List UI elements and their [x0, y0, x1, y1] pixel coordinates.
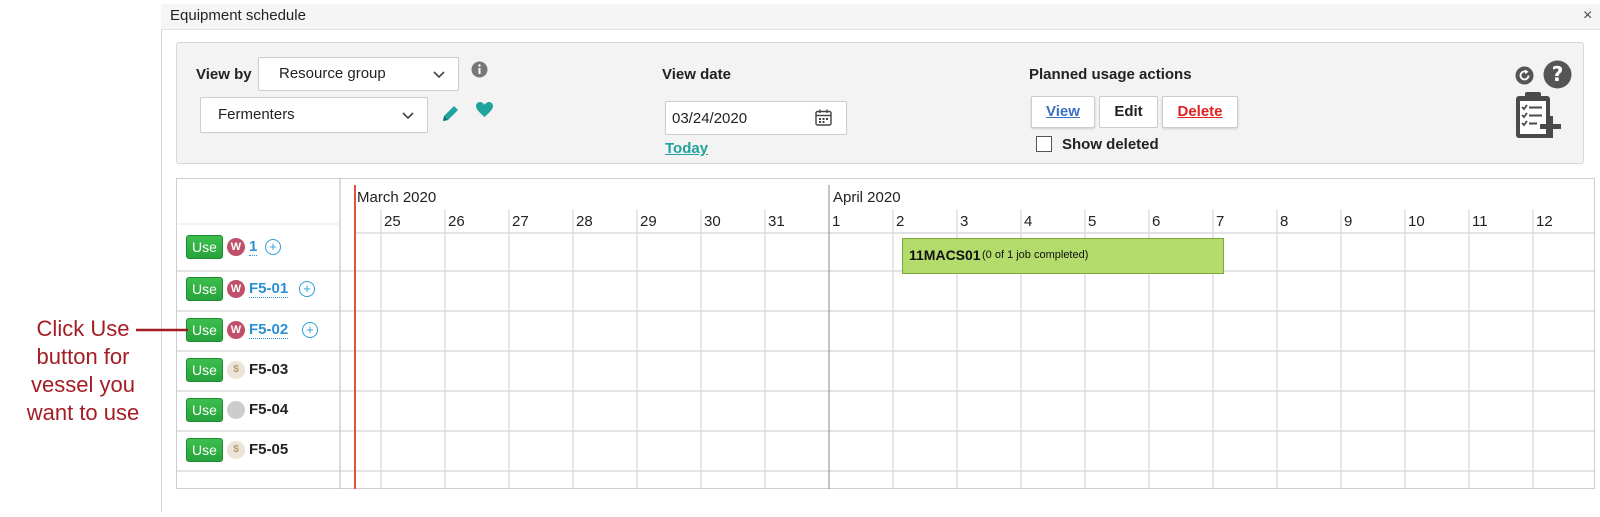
- clipboard-add-icon[interactable]: [1513, 90, 1563, 142]
- day-label: 1: [832, 213, 841, 230]
- use-button[interactable]: Use: [186, 235, 223, 259]
- chevron-down-icon: [433, 71, 445, 79]
- add-icon[interactable]: +: [265, 239, 281, 255]
- use-button[interactable]: Use: [186, 438, 223, 462]
- day-label: 10: [1408, 213, 1425, 230]
- scheduled-event[interactable]: 11MACS01 (0 of 1 job completed): [902, 238, 1224, 274]
- vessel-link[interactable]: 1: [249, 238, 258, 256]
- vessel-name: F5-05: [249, 441, 289, 458]
- view-date-input[interactable]: 03/24/2020: [665, 101, 847, 135]
- planned-usage-actions-label: Planned usage actions: [1029, 66, 1192, 83]
- day-label: 25: [384, 213, 401, 230]
- show-deleted-checkbox[interactable]: [1036, 136, 1052, 152]
- day-label: 7: [1216, 213, 1225, 230]
- info-icon[interactable]: [471, 61, 488, 78]
- window-title: Equipment schedule: [170, 7, 306, 24]
- view-date-value: 03/24/2020: [672, 110, 748, 127]
- event-detail: (0 of 1 job completed): [982, 249, 1089, 261]
- status-badge: W: [227, 280, 245, 298]
- vessel-link[interactable]: F5-01: [249, 280, 289, 298]
- vessel-name: F5-03: [249, 361, 289, 378]
- day-label: 3: [960, 213, 969, 230]
- month-label: April 2020: [833, 189, 901, 206]
- refresh-icon[interactable]: [1515, 66, 1534, 85]
- use-button[interactable]: Use: [186, 398, 223, 422]
- view-by-label: View by: [196, 66, 252, 83]
- day-label: 28: [576, 213, 593, 230]
- day-label: 31: [768, 213, 785, 230]
- resource-row: Use W F5-02 +: [176, 311, 340, 351]
- help-icon[interactable]: ?: [1543, 60, 1572, 89]
- use-button[interactable]: Use: [186, 277, 223, 301]
- view-button[interactable]: View: [1031, 96, 1095, 128]
- show-deleted-label: Show deleted: [1062, 136, 1159, 153]
- day-label: 26: [448, 213, 465, 230]
- status-badge: [227, 401, 245, 419]
- pencil-icon[interactable]: [440, 104, 460, 124]
- day-label: 9: [1344, 213, 1353, 230]
- event-code: 11MACS01: [909, 247, 981, 263]
- day-label: 27: [512, 213, 529, 230]
- heart-icon[interactable]: [475, 101, 494, 118]
- resource-row: Use F5-04: [176, 391, 340, 431]
- view-by-value: Resource group: [279, 65, 386, 82]
- resource-group-value: Fermenters: [218, 106, 295, 123]
- status-badge: W: [227, 238, 245, 256]
- resource-row: Use $ F5-03: [176, 351, 340, 391]
- day-label: 8: [1280, 213, 1289, 230]
- day-label: 29: [640, 213, 657, 230]
- day-label: 11: [1472, 213, 1488, 230]
- month-label: March 2020: [357, 189, 437, 206]
- close-icon[interactable]: ×: [1583, 8, 1592, 24]
- view-date-label: View date: [662, 66, 731, 83]
- use-button[interactable]: Use: [186, 358, 223, 382]
- title-bar: [161, 4, 1600, 30]
- svg-text:?: ?: [1552, 62, 1564, 86]
- today-link[interactable]: Today: [665, 140, 708, 157]
- edit-button[interactable]: Edit: [1099, 96, 1158, 128]
- annotation-pointer: [136, 328, 188, 332]
- dollar-icon: $: [227, 361, 245, 379]
- day-label: 5: [1088, 213, 1097, 230]
- day-label: 12: [1536, 213, 1553, 230]
- add-icon[interactable]: +: [299, 281, 315, 297]
- delete-button[interactable]: Delete: [1162, 96, 1238, 128]
- vessel-name: F5-04: [249, 401, 289, 418]
- view-by-select[interactable]: Resource group: [258, 57, 459, 91]
- day-label: 30: [704, 213, 721, 230]
- resource-row: Use W F5-01 +: [176, 271, 340, 311]
- resource-row: Use $ F5-05: [176, 431, 340, 471]
- calendar-icon[interactable]: [815, 109, 832, 126]
- use-button[interactable]: Use: [186, 318, 223, 342]
- day-label: 4: [1024, 213, 1033, 230]
- resource-row: Use W 1 +: [176, 226, 340, 271]
- resource-group-select[interactable]: Fermenters: [200, 97, 428, 133]
- add-icon[interactable]: +: [302, 322, 318, 338]
- day-label: 6: [1152, 213, 1161, 230]
- dollar-icon: $: [227, 441, 245, 459]
- status-badge: W: [227, 321, 245, 339]
- chevron-down-icon: [402, 112, 414, 120]
- vessel-link[interactable]: F5-02: [249, 321, 289, 339]
- day-label: 2: [896, 213, 905, 230]
